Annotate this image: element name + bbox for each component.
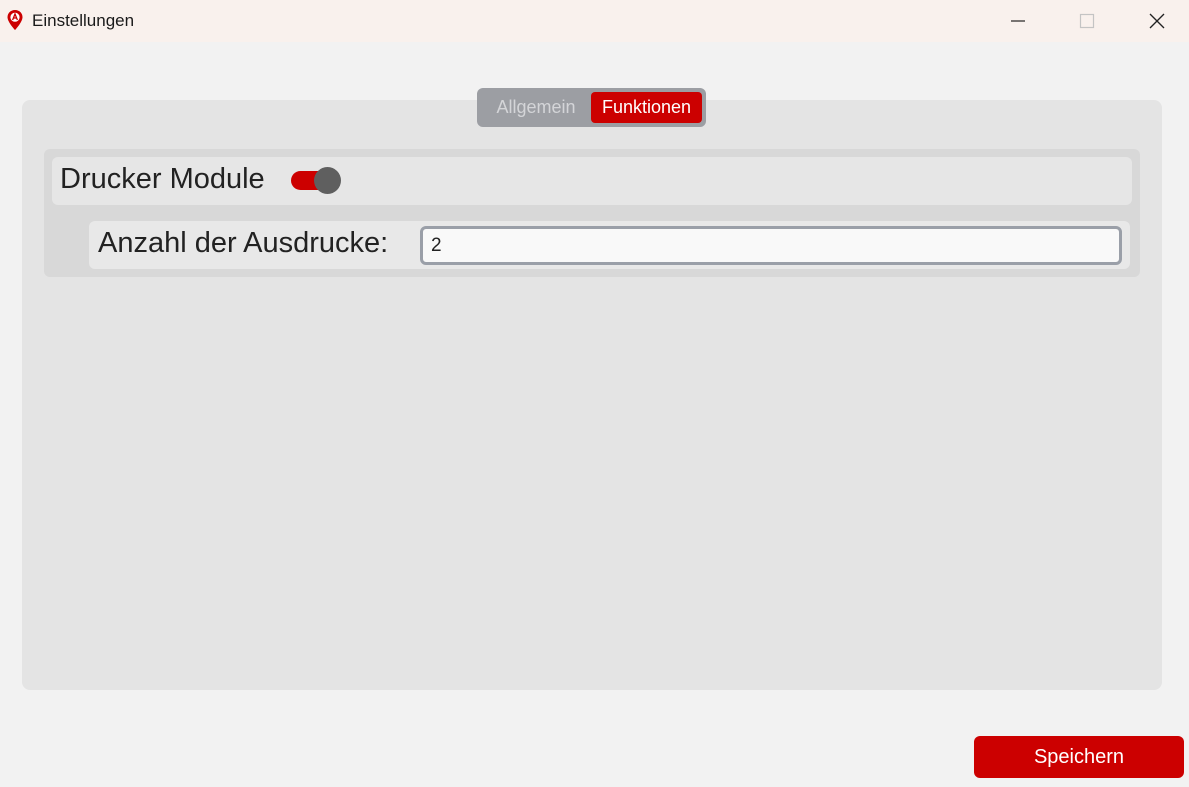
maximize-icon [1079, 13, 1095, 29]
tab-allgemein[interactable]: Allgemein [482, 92, 590, 123]
minimize-icon [1011, 20, 1025, 22]
save-button[interactable]: Speichern [974, 736, 1184, 778]
tab-bar: Allgemein Funktionen [477, 88, 706, 127]
map-pin-icon [6, 9, 24, 31]
printer-module-label: Drucker Module [60, 163, 265, 195]
maximize-button[interactable] [1052, 0, 1122, 42]
print-count-input[interactable] [420, 226, 1122, 265]
minimize-button[interactable] [983, 0, 1053, 42]
tab-funktionen[interactable]: Funktionen [591, 92, 702, 123]
toggle-knob [314, 167, 341, 194]
title-bar: Einstellungen [0, 0, 1189, 42]
printer-module-toggle[interactable] [290, 167, 342, 194]
close-icon [1149, 13, 1165, 29]
close-button[interactable] [1122, 0, 1189, 42]
print-count-label: Anzahl der Ausdrucke: [98, 227, 389, 259]
window-title: Einstellungen [32, 11, 135, 30]
